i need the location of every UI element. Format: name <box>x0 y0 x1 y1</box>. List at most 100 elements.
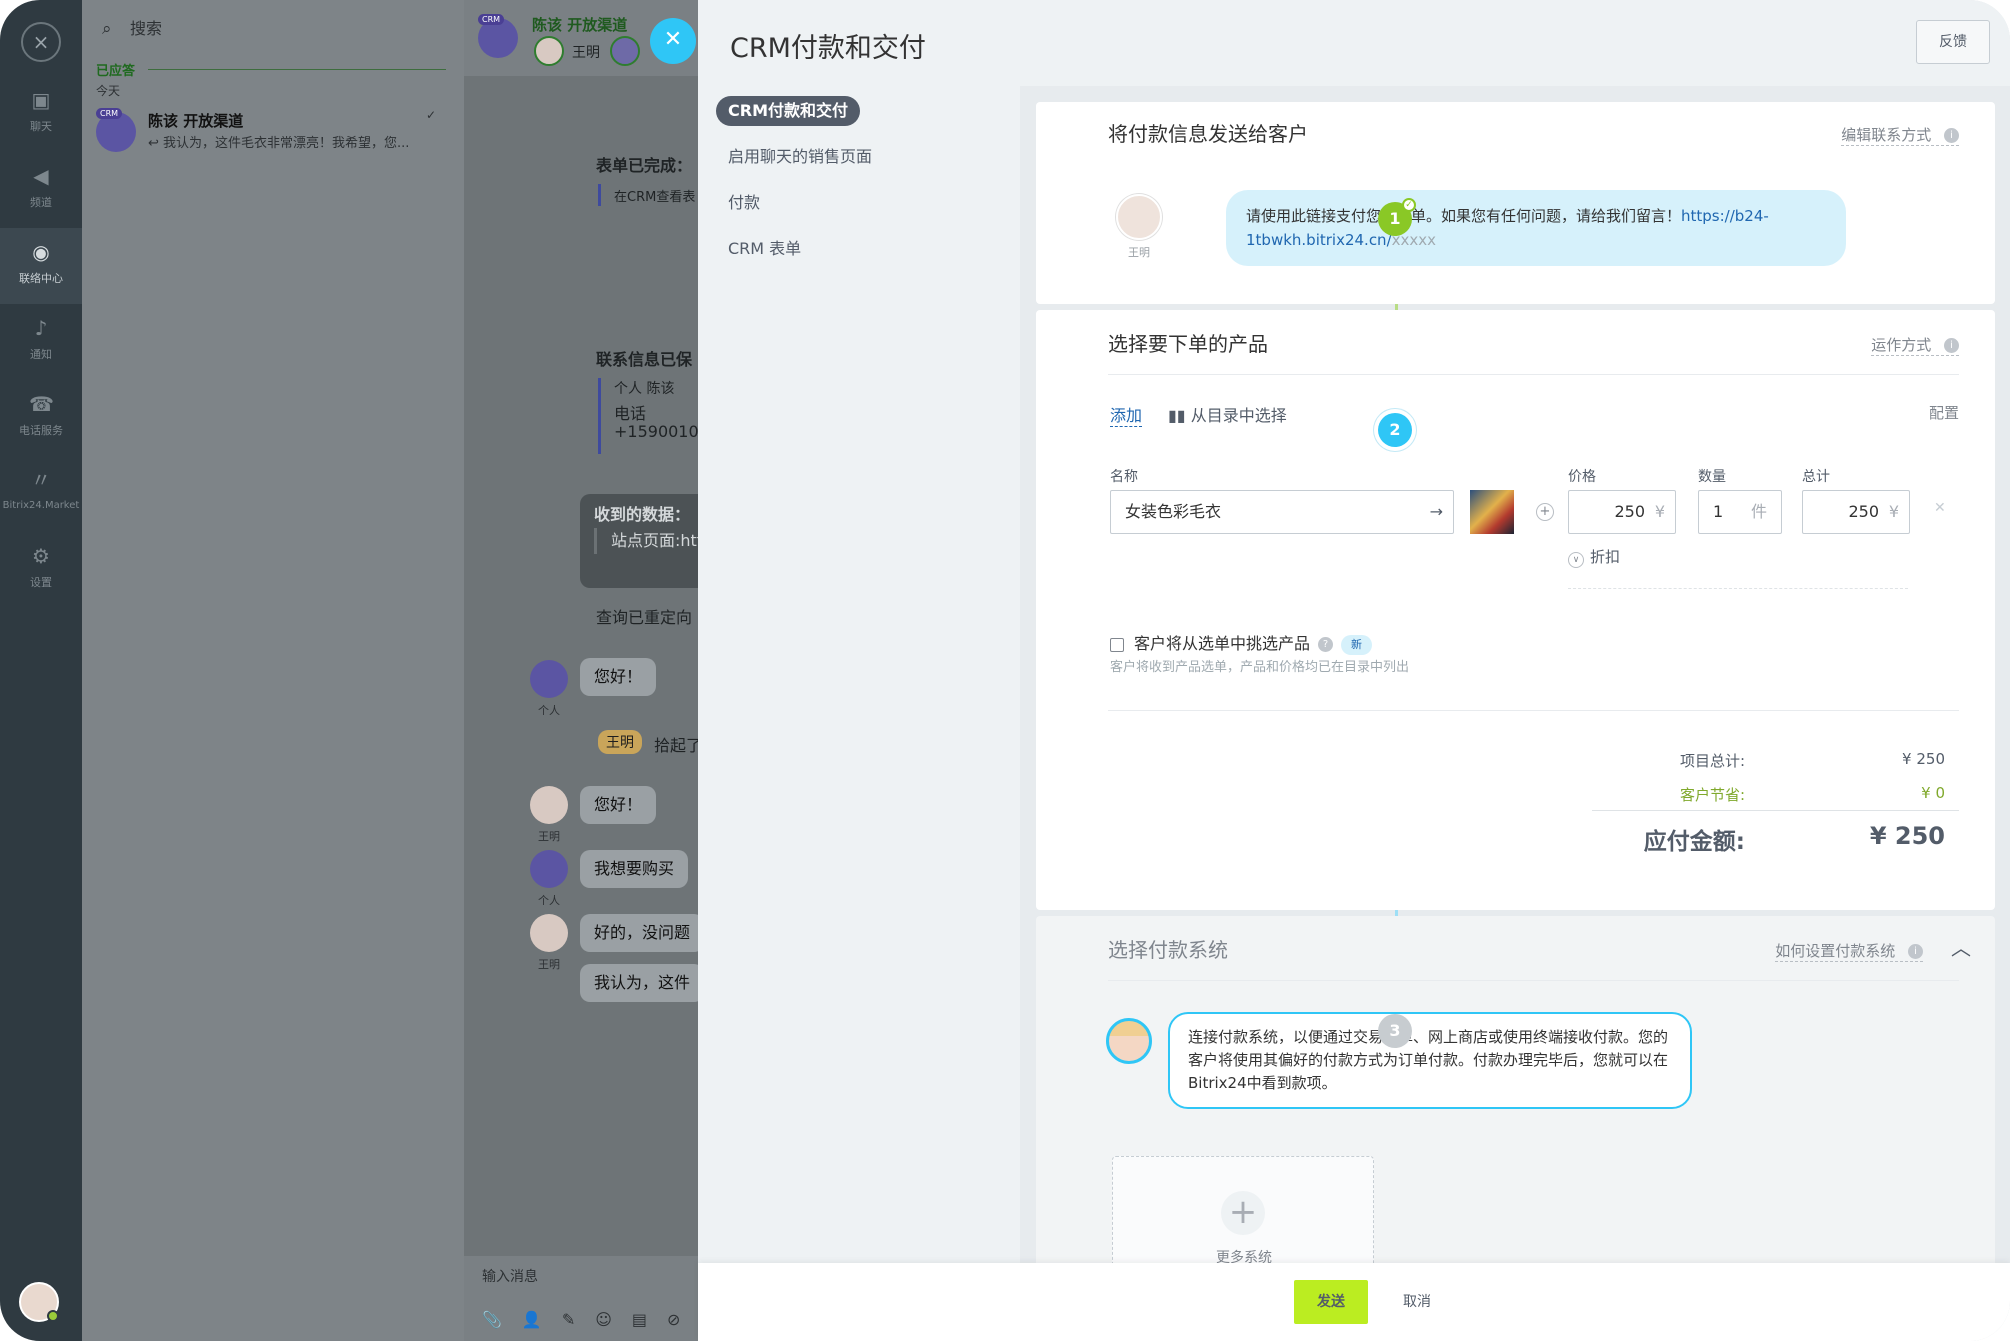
total-field: 250 ¥ <box>1802 490 1910 534</box>
card-select-products: 选择要下单的产品 运作方式 i 添加 ▮▮ 从目录中选择 配置 名称 价格 数量… <box>1036 310 1995 910</box>
page-title: CRM付款和交付 <box>730 33 926 64</box>
arrow-right-icon[interactable]: → <box>1430 491 1443 533</box>
new-badge: 新 <box>1341 634 1373 655</box>
search-icon: ⌕ <box>102 19 112 39</box>
phone-icon: ☎ <box>29 392 54 416</box>
chat-list-item[interactable]: CRM 陈该 开放渠道 ↩ 我认为，这件毛衣非常漂亮！我希望，您... ✓ <box>96 108 446 158</box>
left-sidebar: × ▣ 聊天 ◀ 频道 ◉ 联络中心 ♪ 通知 ☎ 电话服务 〃 Bitrix2… <box>0 0 82 1341</box>
help-icon[interactable]: ? <box>1318 637 1334 652</box>
nav-item-crm-payment[interactable]: CRM付款和交付 <box>716 96 860 126</box>
step-number: 3 <box>1389 1021 1401 1040</box>
sidebar-item-chat[interactable]: ▣ 聊天 <box>0 76 82 152</box>
unit-label: 件 <box>1750 502 1767 521</box>
product-name-field[interactable]: 女装色彩毛衣 → <box>1110 490 1454 534</box>
savings-label: 客户节省: <box>1679 786 1745 804</box>
amount-due-label: 应付金额: <box>1643 829 1745 855</box>
payment-message-preview: 请使用此链接支付您的订单。如果您有任何问题，请给我们留言！https://b24… <box>1226 190 1846 266</box>
info-icon[interactable]: i <box>1944 338 1959 353</box>
system-form-link[interactable]: 在CRM查看表 <box>614 186 695 205</box>
quantity-value: 1 <box>1713 502 1724 521</box>
system-form-completed: 表单已完成： <box>596 156 693 175</box>
step-3-badge: 3 <box>1378 1014 1412 1048</box>
sidebar-item-notifications[interactable]: ♪ 通知 <box>0 304 82 380</box>
read-check-icon: ✓ <box>425 108 436 122</box>
card-title: 将付款信息发送给客户 <box>1108 122 1308 146</box>
quantity-field[interactable]: 1 件 <box>1698 490 1782 534</box>
sidebar-item-market[interactable]: 〃 Bitrix24.Market <box>0 456 82 532</box>
how-it-works-link[interactable]: 运作方式 i <box>1871 334 1959 356</box>
avatar-label: 个人 <box>538 894 560 907</box>
how-to-setup-payment-link[interactable]: 如何设置付款系统 i <box>1775 940 1923 962</box>
customer-avatar <box>530 850 568 888</box>
sidebar-item-settings[interactable]: ⚙ 设置 <box>0 532 82 608</box>
slider-nav: CRM付款和交付 启用聊天的销售页面 付款 CRM 表单 <box>716 92 1016 272</box>
contact-line: 电话 <box>614 404 647 423</box>
nav-item-crm-form[interactable]: CRM 表单 <box>716 226 1016 272</box>
savings-value: ¥ 0 <box>1921 784 1945 802</box>
add-product-link[interactable]: 添加 <box>1110 402 1143 427</box>
sidebar-item-label: 频道 <box>30 196 52 209</box>
dashed-divider <box>1568 588 1908 589</box>
add-image-icon[interactable]: + <box>1536 503 1554 521</box>
edit-contact-link[interactable]: 编辑联系方式 i <box>1841 124 1959 146</box>
sidebar-item-contact-center[interactable]: ◉ 联络中心 <box>0 228 82 304</box>
close-slider-button[interactable]: ✕ <box>650 18 696 64</box>
close-icon[interactable]: × <box>21 22 61 62</box>
chat-header-name[interactable]: 陈该 开放渠道 <box>532 14 627 35</box>
card-send-payment-info: 将付款信息发送给客户 编辑联系方式 i 王明 请使用此链接支付您的订单。如果您有… <box>1036 102 1995 304</box>
send-button[interactable]: 发送 <box>1294 1280 1368 1324</box>
operator-name: 王明 <box>572 45 600 61</box>
operator-avatar <box>530 786 568 824</box>
crm-badge: CRM <box>478 14 505 25</box>
bell-icon: ♪ <box>34 316 48 340</box>
slider-footer: 发送 取消 <box>698 1263 2010 1341</box>
link-text: 如何设置付款系统 <box>1775 942 1896 960</box>
discount-toggle[interactable]: ∨ 折扣 <box>1568 546 1620 568</box>
step-1-badge: 1 ✓ <box>1378 198 1416 236</box>
remove-product-icon[interactable]: ✕ <box>1934 500 1946 516</box>
price-value: 250 <box>1614 502 1645 521</box>
message-input[interactable]: 输入消息 📎👤✎☺▤⊘ <box>464 1256 698 1341</box>
cancel-button[interactable]: 取消 <box>1382 1280 1452 1324</box>
user-avatar[interactable] <box>19 1282 59 1322</box>
currency-symbol: ¥ <box>1654 502 1665 521</box>
nav-item-sales-page[interactable]: 启用聊天的销售页面 <box>716 134 1016 180</box>
assistant-avatar <box>1106 1018 1152 1064</box>
plus-icon: + <box>1221 1191 1265 1235</box>
sidebar-item-telephony[interactable]: ☎ 电话服务 <box>0 380 82 456</box>
info-icon[interactable]: i <box>1908 944 1923 959</box>
date-group-today: 今天 <box>96 84 121 98</box>
input-toolbar-icons[interactable]: 📎👤✎☺▤⊘ <box>482 1310 700 1329</box>
message-bubble: 我想要购买 <box>580 850 689 888</box>
search-input[interactable]: ⌕ 搜索 <box>96 14 446 44</box>
select-from-catalog-link[interactable]: ▮▮ 从目录中选择 <box>1168 402 1287 426</box>
checkbox[interactable] <box>1110 637 1124 652</box>
section-answered: 已应答 <box>96 60 446 79</box>
avatar-label: 王明 <box>1128 246 1150 259</box>
slider-content: 将付款信息发送给客户 编辑联系方式 i 王明 请使用此链接支付您的订单。如果您有… <box>1020 86 2010 1341</box>
operator-avatar <box>534 36 564 66</box>
participant-avatar <box>610 36 640 66</box>
feedback-button[interactable]: 反馈 <box>1916 20 1990 64</box>
chevron-up-icon[interactable]: ︿ <box>1951 932 1971 961</box>
sidebar-item-label: 电话服务 <box>19 424 63 437</box>
amount-due-value: ¥ 250 <box>1869 822 1945 850</box>
crm-badge: CRM <box>96 108 123 119</box>
customer-picks-checkbox[interactable]: 客户将从选单中挑选产品? 新 <box>1110 630 1373 655</box>
step-2-badge: 2 <box>1378 413 1412 447</box>
price-field[interactable]: 250 ¥ <box>1568 490 1676 534</box>
online-status-icon <box>47 1310 59 1322</box>
sidebar-item-label: 聊天 <box>30 120 52 133</box>
configure-link[interactable]: 配置 <box>1929 402 1959 423</box>
sidebar-item-channels[interactable]: ◀ 频道 <box>0 152 82 228</box>
product-image[interactable] <box>1470 490 1514 534</box>
message-bubble: 您好！ <box>580 658 657 696</box>
info-icon[interactable]: i <box>1944 128 1959 143</box>
link-text: 从目录中选择 <box>1190 406 1287 425</box>
operator-tag: 王明 <box>598 730 642 754</box>
nav-item-payment[interactable]: 付款 <box>716 180 1016 226</box>
payment-system-hint: 连接付款系统，以便通过交易表单、网上商店或使用终端接收付款。您的客户将使用其偏好… <box>1168 1012 1692 1109</box>
chat-list-panel: ⌕ 搜索 已应答 今天 CRM 陈该 开放渠道 ↩ 我认为，这件毛衣非常漂亮！我… <box>82 0 464 1341</box>
sidebar-item-label: 联络中心 <box>19 272 63 285</box>
avatar-label: 王明 <box>538 958 560 971</box>
